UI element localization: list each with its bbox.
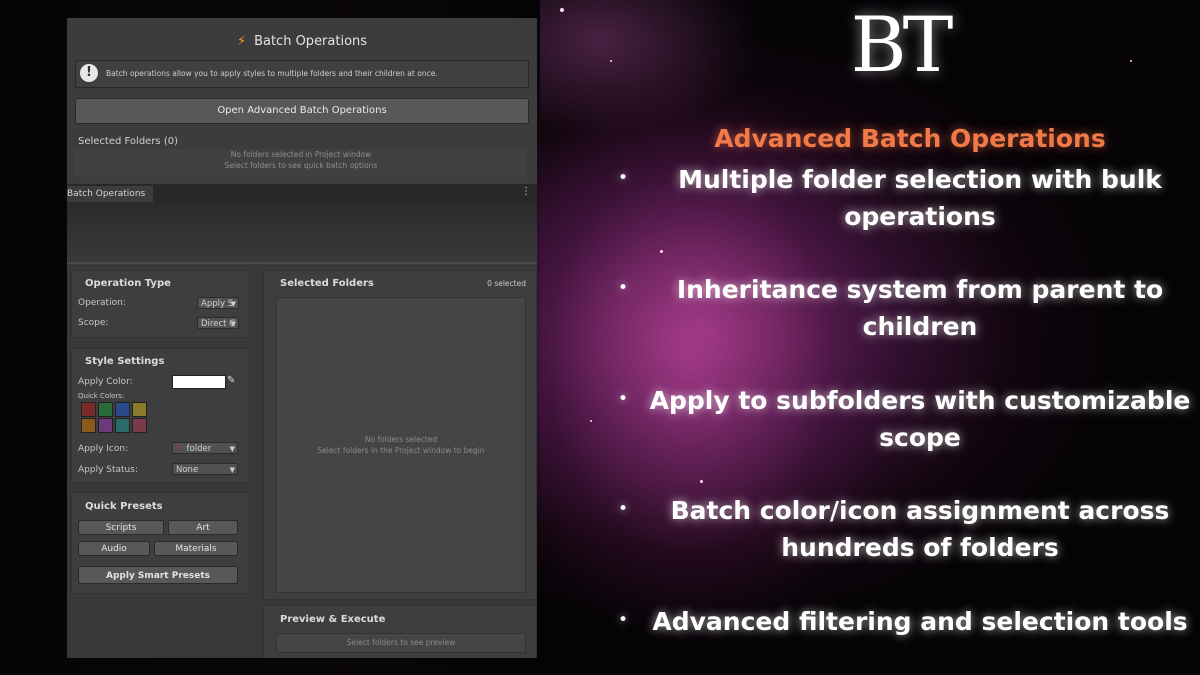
promo-heading: Advanced Batch Operations — [714, 124, 1106, 153]
preset-scripts-button[interactable]: Scripts — [78, 520, 164, 535]
selected-folders-title: Selected Folders — [280, 278, 374, 289]
style-settings-panel: Style Settings Apply Color: ✎ Quick Colo… — [71, 348, 250, 483]
batch-operations-window: ⚡ Batch Operations ! Batch operations all… — [67, 18, 537, 658]
selected-folders-label: Selected Folders (0) — [78, 136, 178, 147]
quick-presets-title: Quick Presets — [85, 501, 163, 512]
star — [560, 8, 564, 12]
preset-audio-button[interactable]: Audio — [78, 541, 150, 556]
bullet: • — [618, 499, 629, 519]
preset-materials-button[interactable]: Materials — [154, 541, 238, 556]
apply-color-label: Apply Color: — [78, 377, 133, 387]
empty-line: No folders selected in Project window — [230, 150, 372, 159]
selected-count: 0 selected — [487, 279, 526, 288]
chevron-down-icon: ▼ — [230, 320, 236, 328]
quick-batch-header: ⚡ Batch Operations ! Batch operations all… — [67, 18, 537, 184]
quick-colors-label: Quick Colors: — [78, 392, 125, 400]
selected-folders-panel: Selected Folders 0 selected No folders s… — [263, 270, 537, 600]
scope-dropdown[interactable]: Direct C ▼ — [197, 317, 239, 329]
window-title: ⚡ Batch Operations — [67, 34, 537, 49]
quick-presets-panel: Quick Presets Scripts Art Audio Material… — [71, 492, 250, 594]
quick-color-swatch[interactable] — [132, 418, 147, 433]
preset-art-button[interactable]: Art — [168, 520, 238, 535]
empty-line: Select folders in the Project window to … — [317, 446, 485, 455]
color-field[interactable] — [172, 375, 226, 389]
preview-execute-title: Preview & Execute — [280, 614, 386, 625]
tab-strip: Batch Operations ⋮ — [67, 184, 537, 202]
apply-status-dropdown[interactable]: None ▼ — [172, 463, 238, 475]
chevron-down-icon: ▼ — [230, 300, 236, 308]
apply-status-value: None — [176, 465, 199, 475]
scope-label: Scope: — [78, 318, 109, 328]
feature-line: children — [862, 312, 978, 341]
feature-5: Advanced filtering and selection tools — [640, 603, 1200, 640]
eyedropper-icon[interactable]: ✎ — [227, 375, 239, 387]
lightning-icon: ⚡ — [236, 34, 247, 49]
star — [610, 60, 612, 62]
selected-folders-empty: No folders selected in Project window Se… — [75, 149, 527, 177]
chevron-down-icon: ▼ — [229, 445, 235, 453]
tab-batch-operations[interactable]: Batch Operations — [67, 186, 153, 202]
apply-icon-dropdown[interactable]: ? folder ▼ — [172, 442, 238, 454]
quick-color-swatch[interactable] — [98, 402, 113, 417]
bullet: • — [618, 168, 629, 188]
info-icon: ! — [80, 64, 98, 82]
info-box: ! Batch operations allow you to apply st… — [75, 60, 529, 88]
info-text: Batch operations allow you to apply styl… — [106, 69, 438, 78]
feature-line: hundreds of folders — [781, 533, 1059, 562]
operation-label: Operation: — [78, 298, 126, 308]
apply-icon-value: folder — [186, 444, 212, 454]
bullet: • — [618, 278, 629, 298]
quick-color-swatch[interactable] — [115, 418, 130, 433]
folder-list[interactable]: No folders selected Select folders in th… — [276, 297, 526, 593]
operation-value: Apply S — [201, 299, 234, 309]
quick-color-swatch[interactable] — [132, 402, 147, 417]
star — [660, 250, 663, 253]
window-title-text: Batch Operations — [254, 34, 368, 49]
feature-line: Batch color/icon assignment across — [670, 496, 1170, 525]
feature-line: operations — [844, 202, 996, 231]
bullet: • — [618, 389, 629, 409]
feature-line: scope — [879, 423, 961, 452]
style-settings-title: Style Settings — [85, 356, 165, 367]
empty-line: Select folders to see quick batch option… — [224, 161, 378, 170]
feature-3: Apply to subfolders with customizable sco… — [640, 382, 1200, 456]
preview-execute-panel: Preview & Execute Select folders to see … — [263, 605, 537, 658]
star — [1130, 60, 1132, 62]
apply-status-label: Apply Status: — [78, 465, 138, 475]
open-advanced-button[interactable]: Open Advanced Batch Operations — [75, 98, 529, 124]
chevron-down-icon: ▼ — [229, 466, 235, 474]
bullet: • — [618, 610, 629, 630]
operation-type-panel: Operation Type Operation: Apply S ▼ Scope… — [71, 270, 250, 338]
feature-line: Advanced filtering and selection tools — [652, 607, 1188, 636]
feature-line: Inheritance system from parent to — [676, 275, 1164, 304]
feature-1: Multiple folder selection with bulk opera… — [640, 161, 1200, 235]
feature-line: Multiple folder selection with bulk — [678, 165, 1162, 194]
apply-smart-presets-button[interactable]: Apply Smart Presets — [78, 566, 238, 584]
star — [590, 420, 592, 422]
question-icon: ? — [176, 444, 181, 454]
divider — [67, 262, 537, 264]
quick-color-swatch[interactable] — [98, 418, 113, 433]
operation-type-title: Operation Type — [85, 278, 171, 289]
feature-line: Apply to subfolders with customizable — [649, 386, 1191, 415]
quick-color-swatch[interactable] — [81, 418, 96, 433]
quick-color-swatch[interactable] — [115, 402, 130, 417]
empty-line: No folders selected — [364, 435, 438, 444]
operation-dropdown[interactable]: Apply S ▼ — [197, 297, 239, 309]
feature-4: Batch color/icon assignment across hundre… — [640, 492, 1200, 566]
kebab-menu-icon[interactable]: ⋮ — [521, 186, 531, 197]
feature-2: Inheritance system from parent to childre… — [640, 271, 1200, 345]
apply-icon-label: Apply Icon: — [78, 444, 129, 454]
star — [700, 480, 703, 483]
tab-toolbar-area — [67, 202, 537, 262]
bt-logo: BT — [850, 0, 954, 89]
quick-color-swatch[interactable] — [81, 402, 96, 417]
preview-hint: Select folders to see preview — [276, 633, 526, 653]
